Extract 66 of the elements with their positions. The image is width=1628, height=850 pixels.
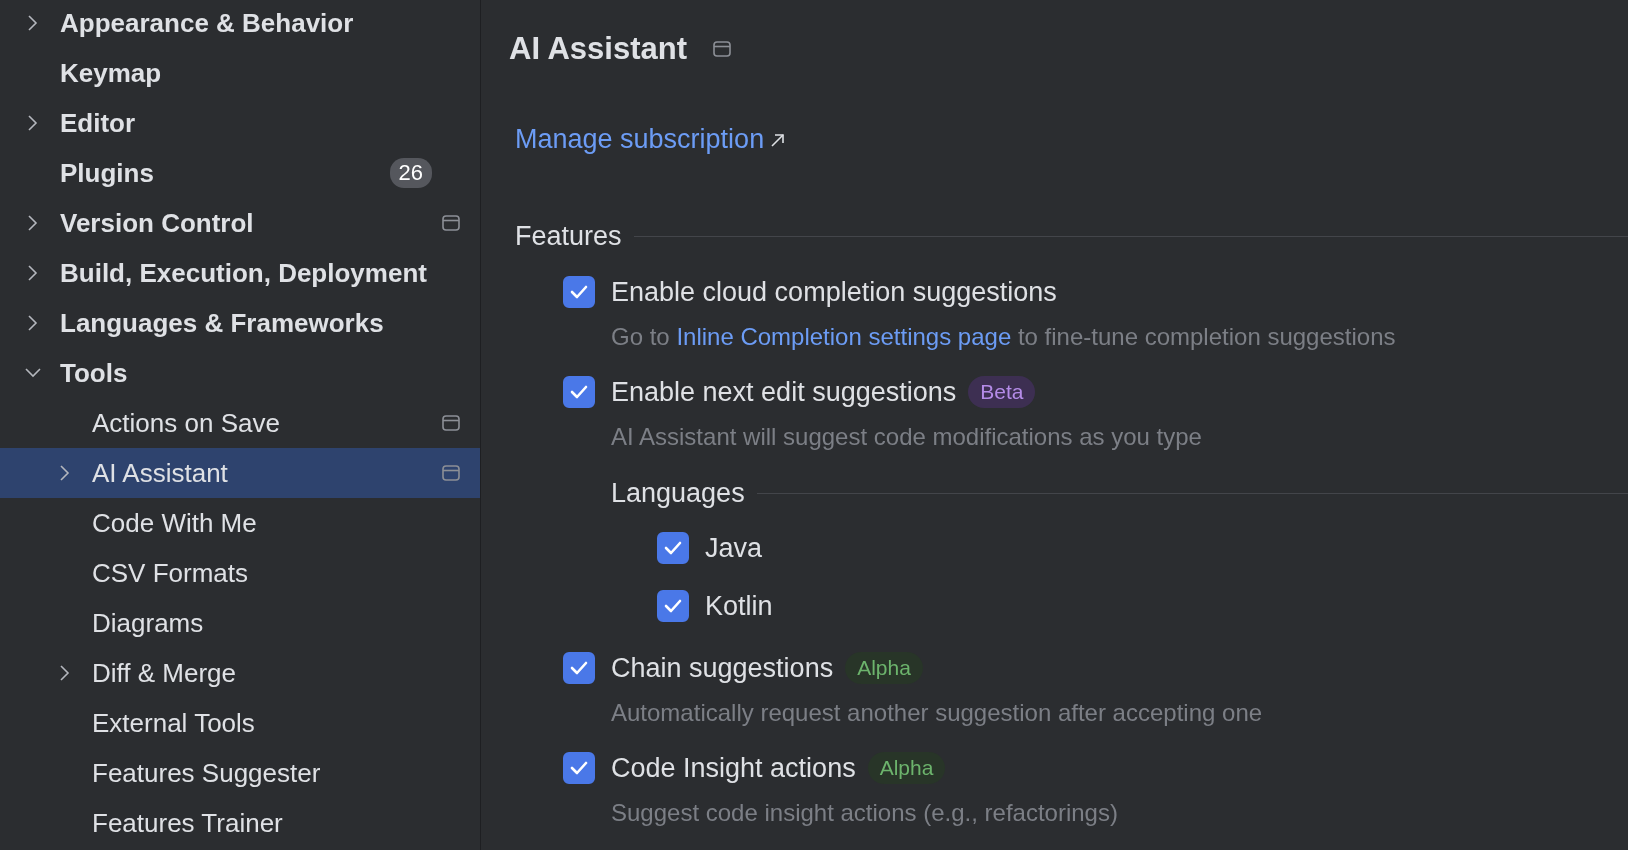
checkbox[interactable] [657,590,689,622]
tree-item[interactable]: Languages & Frameworks [0,298,480,348]
tree-item-label: Features Trainer [92,807,284,839]
checkbox[interactable] [563,752,595,784]
tree-item[interactable]: Tools [0,348,480,398]
section-title: Languages [611,477,745,509]
checkbox[interactable] [657,532,689,564]
tree-item[interactable]: Features Trainer [0,798,480,848]
option-description: Go to Inline Completion settings page to fine-tune completion suggestions [611,322,1397,352]
tree-item[interactable]: External Tools [0,698,480,748]
tree-item-label: AI Assistant [92,457,229,489]
tree-item-label: Build, Execution, Deployment [60,257,428,289]
checkbox-label: Java [705,532,763,564]
external-arrow-icon [770,131,787,148]
tree-item-label: Code With Me [92,507,258,539]
tree-item-label: Actions on Save [92,407,281,439]
option-description: Suggest code insight actions (e.g., refactorings) [611,798,1119,828]
checkbox-label: Code Insight actions [611,752,856,784]
option-description: AI Assistant will suggest code modifications as you type [611,422,1203,452]
tree-item[interactable]: Version Control [0,198,480,248]
tree-item-label: Editor [60,107,137,139]
tree-item[interactable]: CSV Formats [0,548,480,598]
tree-item-label: Tools [60,357,129,389]
checkmark-icon [569,384,589,400]
settings-link[interactable]: Inline Completion settings page [676,323,1012,350]
checkbox[interactable] [563,276,595,308]
status-tag: Alpha [867,752,946,784]
status-tag: Alpha [845,652,923,684]
tree-item-label: Version Control [60,207,255,239]
tree-item-label: Keymap [60,57,163,89]
tree-item[interactable]: Code With Me [0,498,480,548]
tree-item[interactable]: Plugins 26 [0,148,480,198]
checkbox-label: Enable next edit suggestions [611,376,957,408]
tree-item[interactable]: Actions on Save [0,398,480,448]
section-title: Features [515,221,622,252]
tree-item[interactable]: Build, Execution, Deployment [0,248,480,298]
checkbox[interactable] [563,376,595,408]
tree-item-label: Appearance & Behavior [60,7,355,39]
checkbox-label: Chain suggestions [611,652,834,684]
count-badge: 26 [389,158,432,188]
tree-item[interactable]: Features Suggester [0,748,480,798]
tree-item-label: Diagrams [92,607,205,639]
checkmark-icon [569,660,589,676]
tree-item[interactable]: Keymap [0,48,480,98]
tree-item[interactable]: Editor [0,98,480,148]
tree-item-label: Features Suggester [92,757,322,789]
option-description: Automatically request another suggestion after accepting one [611,698,1264,728]
tree-item-label: Plugins [60,157,155,189]
tree-item-label: Languages & Frameworks [60,307,385,339]
tree-item-label: CSV Formats [92,557,250,589]
tree-item[interactable]: Diagrams [0,598,480,648]
checkmark-icon [663,540,683,556]
page-title: AI Assistant [509,31,687,67]
tree-item-label: External Tools [92,707,256,739]
checkbox-label: Kotlin [705,590,773,622]
checkmark-icon [569,284,589,300]
checkmark-icon [663,598,683,614]
status-tag: Beta [968,376,1036,408]
manage-subscription-link[interactable]: Manage subscription [515,124,787,155]
tree-item[interactable]: Appearance & Behavior [0,0,480,48]
tree-item[interactable]: AI Assistant [0,448,480,498]
checkbox[interactable] [563,652,595,684]
tree-item-label: Diff & Merge [92,657,237,689]
checkbox-label: Enable cloud completion suggestions [611,276,1057,308]
tree-item[interactable]: Diff & Merge [0,648,480,698]
checkmark-icon [569,760,589,776]
